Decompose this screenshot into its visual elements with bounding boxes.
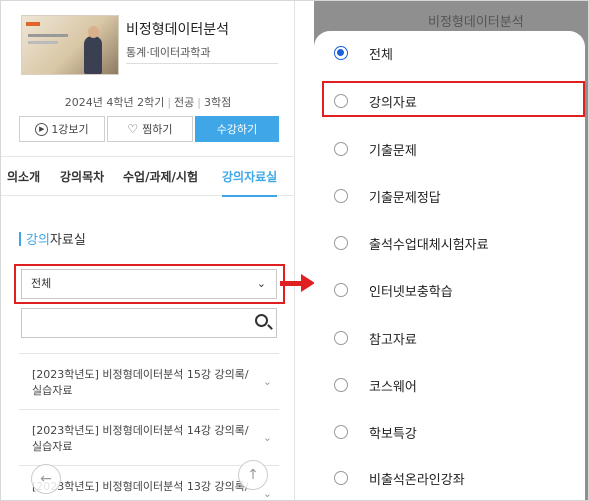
radio-icon[interactable] xyxy=(334,425,348,439)
enroll-button[interactable]: 수강하기 xyxy=(195,116,279,142)
search-icon[interactable] xyxy=(255,314,268,327)
tab-class-assignment-exam[interactable]: 수업/과제/시험 xyxy=(123,168,198,185)
option-past-exam-answers[interactable]: 기출문제정답 xyxy=(314,174,585,218)
course-year: 2024년 4학년 2학기 xyxy=(64,96,165,109)
option-online-supplement[interactable]: 인터넷보충학습 xyxy=(314,268,585,312)
play-icon: ▶ xyxy=(35,122,49,136)
option-label: 기출문제정답 xyxy=(369,191,441,206)
option-courseware[interactable]: 코스웨어 xyxy=(314,363,585,407)
course-tabs: 의소개 강의목차 수업/과제/시험 강의자료실 xyxy=(1,156,295,197)
option-label: 비출석온라인강좌 xyxy=(369,473,465,488)
highlight-box-select xyxy=(14,264,285,304)
radio-icon[interactable] xyxy=(334,142,348,156)
option-references[interactable]: 참고자료 xyxy=(314,316,585,360)
background-course-title: 비정형데이터분석 xyxy=(428,15,524,30)
chevron-down-icon[interactable]: ⌄ xyxy=(263,430,272,446)
section-title-rest: 자료실 xyxy=(49,233,86,248)
action-buttons: ▶ 1강보기 ♡ 찜하기 수강하기 xyxy=(19,116,279,142)
radio-icon[interactable] xyxy=(334,236,348,250)
list-item[interactable]: [2023학년도] 비정형데이터분석 14강 강의록/ 실습자료 ⌄ xyxy=(19,409,279,465)
option-non-attendance-online[interactable]: 비출석온라인강좌 xyxy=(314,456,585,500)
lecture-thumbnail[interactable] xyxy=(21,15,119,75)
radio-icon[interactable] xyxy=(334,331,348,345)
list-item[interactable]: [2023학년도] 비정형데이터분석 15강 강의록/ 실습자료 ⌄ xyxy=(19,353,279,409)
option-attendance-exam-materials[interactable]: 출석수업대체시험자료 xyxy=(314,221,585,265)
option-all[interactable]: 전체 xyxy=(314,31,585,75)
scroll-top-icon[interactable]: ↑ xyxy=(238,460,268,490)
option-past-exams[interactable]: 기출문제 xyxy=(314,127,585,171)
course-title: 비정형데이터분석 xyxy=(126,22,230,38)
screenshot-frame: 비정형데이터분석 통계·데이터과학과 2024년 4학년 2학기 | 전공 | 3학점 … xyxy=(0,0,589,501)
option-label: 기출문제 xyxy=(369,144,417,159)
course-credit: 3학점 xyxy=(204,96,232,109)
item-title-line1: [2023학년도] 비정형데이터분석 14강 강의록/ xyxy=(32,424,249,437)
tab-materials[interactable]: 강의자료실 xyxy=(222,168,278,197)
option-label: 전체 xyxy=(369,48,393,63)
radio-icon[interactable] xyxy=(334,283,348,297)
section-title: 강의자료실 xyxy=(19,229,86,248)
divider xyxy=(126,63,278,64)
option-special-lecture[interactable]: 학보특강 xyxy=(314,410,585,454)
option-label: 코스웨어 xyxy=(369,380,417,395)
radio-icon[interactable] xyxy=(334,378,348,392)
watch-first-lecture-button[interactable]: ▶ 1강보기 xyxy=(19,116,105,142)
search-input[interactable] xyxy=(21,308,277,338)
course-type: 전공 xyxy=(174,96,195,109)
wish-label: 찜하기 xyxy=(142,123,173,136)
section-title-blue: 강의 xyxy=(26,233,50,248)
radio-selected-icon[interactable] xyxy=(334,46,348,60)
item-title-line1: [2023학년도] 비정형데이터분석 15강 강의록/ xyxy=(32,368,249,381)
course-card: 비정형데이터분석 통계·데이터과학과 xyxy=(18,11,280,81)
tab-intro[interactable]: 의소개 xyxy=(7,168,40,185)
option-label: 출석수업대체시험자료 xyxy=(369,238,489,253)
heart-icon: ♡ xyxy=(127,122,139,136)
chevron-down-icon[interactable]: ⌄ xyxy=(263,374,272,390)
item-title-line2: 실습자료 xyxy=(32,440,73,453)
tab-contents[interactable]: 강의목차 xyxy=(60,168,104,185)
watch-label: 1강보기 xyxy=(51,123,89,136)
wishlist-button[interactable]: ♡ 찜하기 xyxy=(107,116,193,142)
course-department: 통계·데이터과학과 xyxy=(126,46,211,59)
option-label: 학보특강 xyxy=(369,427,417,442)
highlight-box-option xyxy=(322,81,585,117)
arrow-head-icon xyxy=(301,274,315,292)
back-arrow-icon[interactable]: ← xyxy=(31,464,61,494)
option-label: 참고자료 xyxy=(369,333,417,348)
radio-icon[interactable] xyxy=(334,471,348,485)
option-label: 인터넷보충학습 xyxy=(369,285,453,300)
chevron-down-icon[interactable]: ⌄ xyxy=(263,486,272,500)
item-title-line2: 실습자료 xyxy=(32,384,73,397)
course-detail-panel: 비정형데이터분석 통계·데이터과학과 2024년 4학년 2학기 | 전공 | 3학점 … xyxy=(1,1,295,500)
radio-icon[interactable] xyxy=(334,189,348,203)
course-meta: 2024년 4학년 2학기 | 전공 | 3학점 xyxy=(64,96,232,109)
